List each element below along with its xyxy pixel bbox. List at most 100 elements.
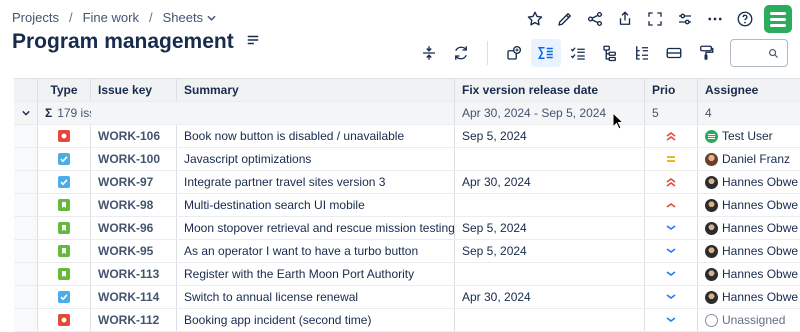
sum-grouping-icon[interactable] — [531, 39, 561, 67]
share-icon[interactable] — [580, 4, 610, 34]
priority-cell[interactable] — [645, 148, 698, 170]
summary-cell[interactable]: Moon stopover retrieval and rescue missi… — [177, 217, 455, 239]
issue-key-link[interactable]: WORK-95 — [98, 244, 153, 258]
issue-key-cell[interactable]: WORK-98 — [91, 194, 177, 216]
row-gutter[interactable] — [14, 309, 38, 331]
help-icon[interactable] — [730, 4, 760, 34]
column-header-summary[interactable]: Summary — [177, 79, 455, 101]
indent-tree-icon[interactable] — [627, 39, 657, 67]
breadcrumb-projects[interactable]: Projects — [12, 10, 59, 25]
chevron-down-icon[interactable] — [207, 13, 216, 23]
assignee-cell[interactable]: Hannes Obwe — [698, 171, 800, 193]
issue-key-link[interactable]: WORK-96 — [98, 221, 153, 235]
priority-cell[interactable] — [645, 240, 698, 262]
table-row[interactable]: WORK-112 Booking app incident (second tim… — [14, 309, 800, 332]
issue-key-cell[interactable]: WORK-97 — [91, 171, 177, 193]
issue-key-cell[interactable]: WORK-114 — [91, 286, 177, 308]
pencil-icon[interactable] — [550, 4, 580, 34]
issue-type-cell[interactable] — [38, 217, 91, 239]
column-header-type[interactable]: Type — [38, 79, 91, 101]
table-row[interactable]: WORK-97 Integrate partner travel sites ve… — [14, 171, 800, 194]
breadcrumb-sheets[interactable]: Sheets — [163, 10, 203, 25]
summary-cell[interactable]: Multi-destination search UI mobile — [177, 194, 455, 216]
group-summary-row[interactable]: Σ 179 issues Apr 30, 2024 - Sep 5, 2024 … — [14, 102, 800, 125]
priority-cell[interactable] — [645, 286, 698, 308]
priority-cell[interactable] — [645, 217, 698, 239]
priority-cell[interactable] — [645, 309, 698, 331]
summary-cell[interactable]: Book now button is disabled / unavailabl… — [177, 125, 455, 147]
assignee-cell[interactable]: Daniel Franz — [698, 148, 800, 170]
title-menu-icon[interactable] — [246, 33, 260, 52]
star-icon[interactable] — [520, 4, 550, 34]
row-gutter[interactable] — [14, 217, 38, 239]
settings-sliders-icon[interactable] — [670, 4, 700, 34]
fix-version-cell[interactable] — [455, 148, 645, 170]
table-row[interactable]: WORK-95 As an operator I want to have a t… — [14, 240, 800, 263]
fix-version-cell[interactable]: Apr 30, 2024 — [455, 286, 645, 308]
row-gutter[interactable] — [14, 125, 38, 147]
issue-key-link[interactable]: WORK-113 — [98, 267, 159, 281]
summary-cell[interactable]: Switch to annual license renewal — [177, 286, 455, 308]
issue-type-cell[interactable] — [38, 286, 91, 308]
export-icon[interactable] — [610, 4, 640, 34]
row-gutter[interactable] — [14, 263, 38, 285]
hierarchy-icon[interactable] — [595, 39, 625, 67]
row-gutter[interactable] — [14, 240, 38, 262]
fix-version-cell[interactable] — [455, 263, 645, 285]
column-header-priority[interactable]: Prio — [645, 79, 698, 101]
priority-cell[interactable] — [645, 194, 698, 216]
assignee-cell[interactable]: Hannes Obwe — [698, 217, 800, 239]
assignee-cell[interactable]: Unassigned — [698, 309, 800, 331]
checklist-icon[interactable] — [563, 39, 593, 67]
table-row[interactable]: WORK-96 Moon stopover retrieval and rescu… — [14, 217, 800, 240]
assignee-cell[interactable]: Hannes Obwe — [698, 286, 800, 308]
column-header-issue-key[interactable]: Issue key — [91, 79, 177, 101]
row-gutter[interactable] — [14, 171, 38, 193]
issue-type-cell[interactable] — [38, 171, 91, 193]
priority-cell[interactable] — [645, 125, 698, 147]
fix-version-cell[interactable] — [455, 309, 645, 331]
row-gutter[interactable] — [14, 286, 38, 308]
assignee-cell[interactable]: Hannes Obwe — [698, 194, 800, 216]
summary-cell[interactable]: Javascript optimizations — [177, 148, 455, 170]
issue-key-cell[interactable]: WORK-95 — [91, 240, 177, 262]
issue-type-cell[interactable] — [38, 194, 91, 216]
table-row[interactable]: WORK-98 Multi-destination search UI mobil… — [14, 194, 800, 217]
column-header-fix-version[interactable]: Fix version release date — [455, 79, 645, 101]
fix-version-cell[interactable]: Sep 5, 2024 — [455, 240, 645, 262]
table-row[interactable]: WORK-100 Javascript optimizations Daniel F… — [14, 148, 800, 171]
summary-cell[interactable]: Integrate partner travel sites version 3 — [177, 171, 455, 193]
row-gutter[interactable] — [14, 194, 38, 216]
row-gutter[interactable] — [14, 148, 38, 170]
format-paint-icon[interactable] — [691, 39, 721, 67]
issue-key-link[interactable]: WORK-112 — [98, 313, 159, 327]
row-height-icon[interactable] — [414, 39, 444, 67]
issue-type-cell[interactable] — [38, 240, 91, 262]
app-logo-icon[interactable] — [764, 5, 792, 33]
summary-cell[interactable]: Register with the Earth Moon Port Author… — [177, 263, 455, 285]
issue-key-cell[interactable]: WORK-100 — [91, 148, 177, 170]
issue-key-cell[interactable]: WORK-96 — [91, 217, 177, 239]
breadcrumb-fine-work[interactable]: Fine work — [83, 10, 139, 25]
issue-key-link[interactable]: WORK-114 — [98, 290, 159, 304]
priority-cell[interactable] — [645, 171, 698, 193]
fix-version-cell[interactable] — [455, 194, 645, 216]
issue-key-link[interactable]: WORK-98 — [98, 198, 153, 212]
issue-type-cell[interactable] — [38, 148, 91, 170]
issue-key-cell[interactable]: WORK-112 — [91, 309, 177, 331]
fix-version-cell[interactable]: Apr 30, 2024 — [455, 171, 645, 193]
issue-type-cell[interactable] — [38, 263, 91, 285]
column-header-assignee[interactable]: Assignee — [698, 79, 800, 101]
more-icon[interactable] — [700, 4, 730, 34]
collapse-chevron-icon[interactable] — [14, 102, 38, 124]
table-row[interactable]: WORK-106 Book now button is disabled / un… — [14, 125, 800, 148]
issue-type-cell[interactable] — [38, 125, 91, 147]
assignee-cell[interactable]: Hannes Obwe — [698, 240, 800, 262]
issue-key-link[interactable]: WORK-100 — [98, 152, 160, 166]
refresh-icon[interactable] — [446, 39, 476, 67]
priority-cell[interactable] — [645, 263, 698, 285]
fullscreen-icon[interactable] — [640, 4, 670, 34]
issue-key-link[interactable]: WORK-97 — [98, 175, 153, 189]
assignee-cell[interactable]: Hannes Obwe — [698, 263, 800, 285]
table-row[interactable]: WORK-113 Register with the Earth Moon Por… — [14, 263, 800, 286]
